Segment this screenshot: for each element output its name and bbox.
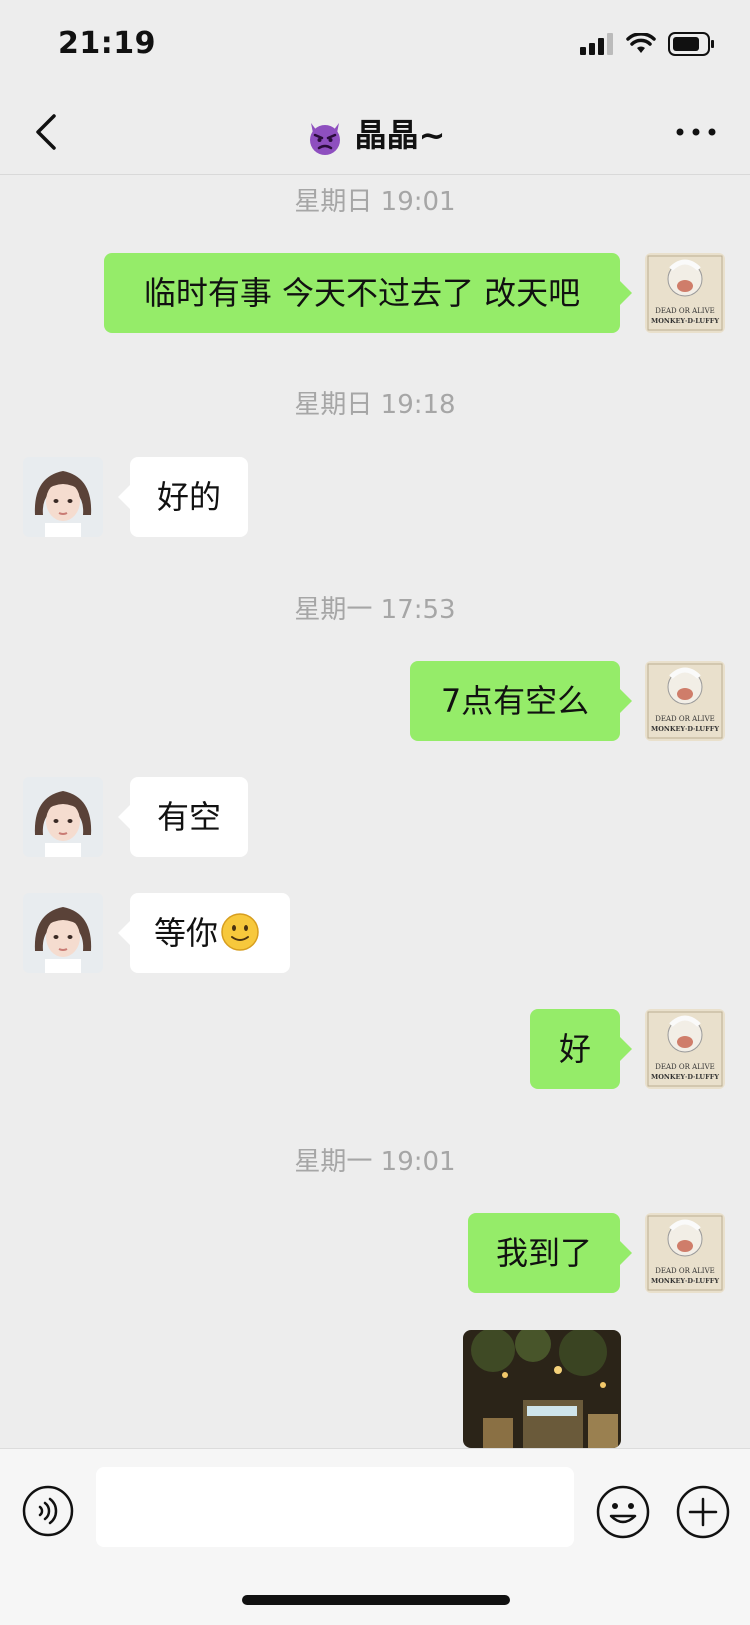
poster-line1: DEAD OR ALIVE (655, 307, 714, 315)
luffy-poster-image: DEAD OR ALIVE MONKEY·D·LUFFY (645, 253, 725, 333)
status-icons (580, 32, 716, 56)
message-bubble-other[interactable]: 等你 (118, 893, 290, 973)
avatar-other[interactable] (23, 893, 103, 973)
girl-avatar-image (23, 893, 103, 973)
signal-icon (580, 33, 613, 55)
message-bubble-self[interactable]: 7点有空么 (410, 661, 632, 741)
poster-line1: DEAD OR ALIVE (655, 1063, 714, 1071)
emoji-icon[interactable] (596, 1485, 650, 1539)
message-bubble-other[interactable]: 有空 (118, 777, 248, 857)
message-bubble-other[interactable]: 好的 (118, 457, 248, 537)
luffy-poster-image: DEAD OR ALIVE MONKEY·D·LUFFY (645, 1213, 725, 1293)
message-bubble-self[interactable]: 好 (530, 1009, 632, 1089)
girl-avatar-image (23, 777, 103, 857)
avatar-self[interactable]: DEAD OR ALIVE MONKEY·D·LUFFY (645, 1009, 725, 1089)
poster-line1: DEAD OR ALIVE (655, 1267, 714, 1275)
avatar-other[interactable] (23, 457, 103, 537)
status-time: 21:19 (58, 26, 156, 61)
chat-title: 晶晶~ (0, 110, 750, 157)
devil-emoji-icon (309, 123, 340, 155)
luffy-poster-image: DEAD OR ALIVE MONKEY·D·LUFFY (645, 1009, 725, 1089)
home-indicator (242, 1595, 510, 1605)
poster-line1: DEAD OR ALIVE (655, 715, 714, 723)
smile-emoji-icon (221, 913, 259, 951)
avatar-other[interactable] (23, 777, 103, 857)
photo-message[interactable] (463, 1330, 621, 1448)
chat-title-text: 晶晶~ (354, 116, 446, 154)
avatar-self[interactable]: DEAD OR ALIVE MONKEY·D·LUFFY (645, 253, 725, 333)
poster-line2: MONKEY·D·LUFFY (651, 317, 719, 325)
nav-bar: 晶晶~ (0, 92, 750, 175)
battery-icon (668, 32, 714, 56)
more-icon[interactable] (668, 114, 724, 150)
message-bubble-self[interactable]: 临时有事 今天不过去了 改天吧 (104, 253, 632, 333)
input-bar (0, 1448, 750, 1625)
wifi-icon (626, 33, 656, 53)
timestamp: 星期日 19:18 (294, 390, 456, 420)
avatar-self[interactable]: DEAD OR ALIVE MONKEY·D·LUFFY (645, 661, 725, 741)
night-street-image (463, 1330, 621, 1448)
girl-avatar-image (23, 457, 103, 537)
timestamp: 星期日 19:01 (294, 187, 456, 217)
message-input[interactable] (96, 1467, 574, 1547)
plus-icon[interactable] (676, 1485, 730, 1539)
poster-line2: MONKEY·D·LUFFY (651, 1277, 719, 1285)
message-bubble-self[interactable]: 我到了 (468, 1213, 632, 1293)
luffy-poster-image: DEAD OR ALIVE MONKEY·D·LUFFY (645, 661, 725, 741)
avatar-self[interactable]: DEAD OR ALIVE MONKEY·D·LUFFY (645, 1213, 725, 1293)
timestamp: 星期一 17:53 (294, 595, 456, 625)
status-bar: 21:19 (0, 0, 750, 92)
poster-line2: MONKEY·D·LUFFY (651, 725, 719, 733)
poster-line2: MONKEY·D·LUFFY (651, 1073, 719, 1081)
timestamp: 星期一 19:01 (294, 1147, 456, 1177)
voice-icon[interactable] (22, 1485, 74, 1537)
message-text: 等你 (154, 914, 219, 952)
